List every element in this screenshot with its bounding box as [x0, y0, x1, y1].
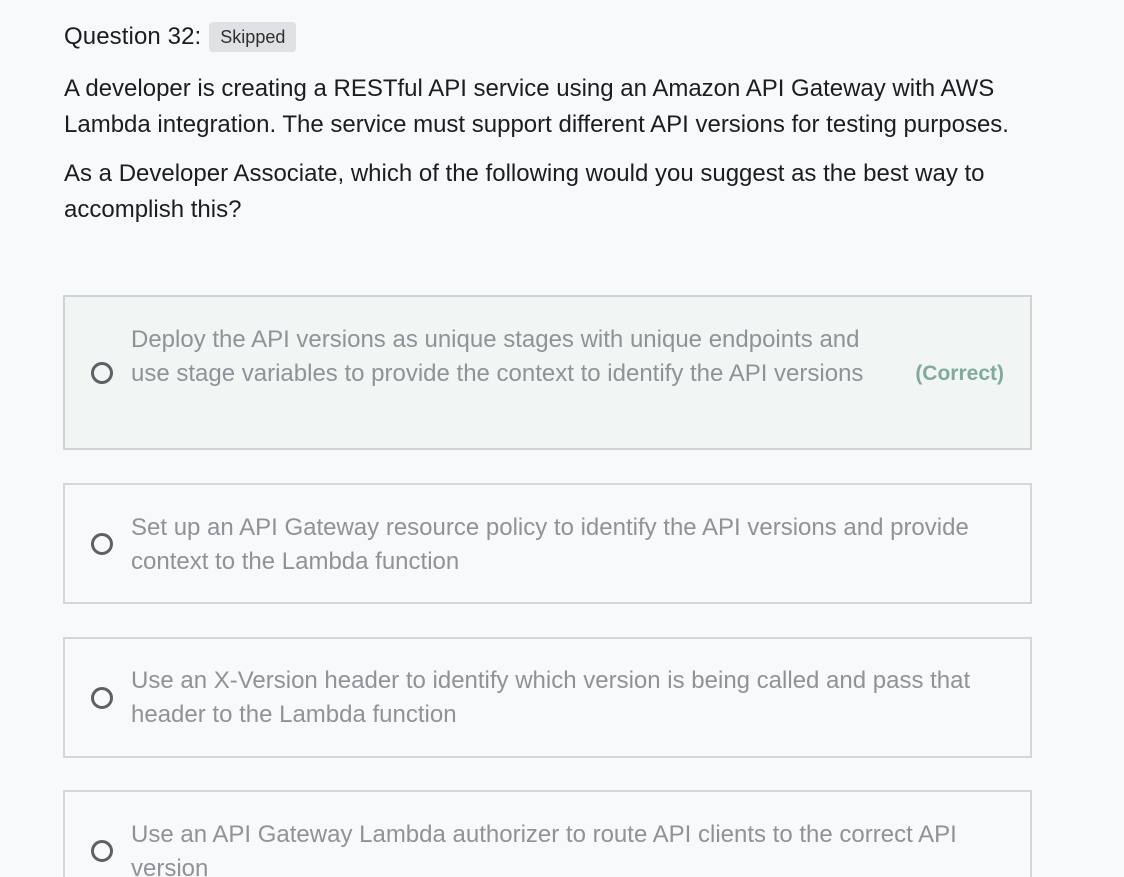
- prompt-paragraph: A developer is creating a RESTful API se…: [64, 75, 1009, 138]
- answer-option-text: Use an API Gateway Lambda authorizer to …: [131, 821, 957, 877]
- radio-button-icon[interactable]: [91, 840, 113, 862]
- correct-answer-label: (Correct): [915, 362, 1004, 385]
- answer-option-1[interactable]: Deploy the API versions as unique stages…: [63, 295, 1032, 450]
- radio-button-icon[interactable]: [91, 687, 113, 709]
- status-badge: Skipped: [209, 22, 297, 52]
- radio-button-icon[interactable]: [91, 362, 113, 384]
- answer-option-3[interactable]: Use an X-Version header to identify whic…: [63, 637, 1032, 758]
- prompt-paragraph: As a Developer Associate, which of the f…: [64, 160, 985, 223]
- question-title: Question 32:: [64, 23, 202, 50]
- radio-button-icon[interactable]: [91, 533, 113, 555]
- answer-option-4[interactable]: Use an API Gateway Lambda authorizer to …: [63, 790, 1032, 877]
- question-header: Question 32: Skipped: [64, 20, 297, 54]
- answer-option-text: Deploy the API versions as unique stages…: [131, 326, 864, 387]
- answer-option-text: Set up an API Gateway resource policy to…: [131, 514, 969, 575]
- answer-option-text: Use an X-Version header to identify whic…: [131, 667, 971, 728]
- answer-option-2[interactable]: Set up an API Gateway resource policy to…: [63, 483, 1032, 604]
- question-prompt: A developer is creating a RESTful API se…: [64, 71, 1039, 241]
